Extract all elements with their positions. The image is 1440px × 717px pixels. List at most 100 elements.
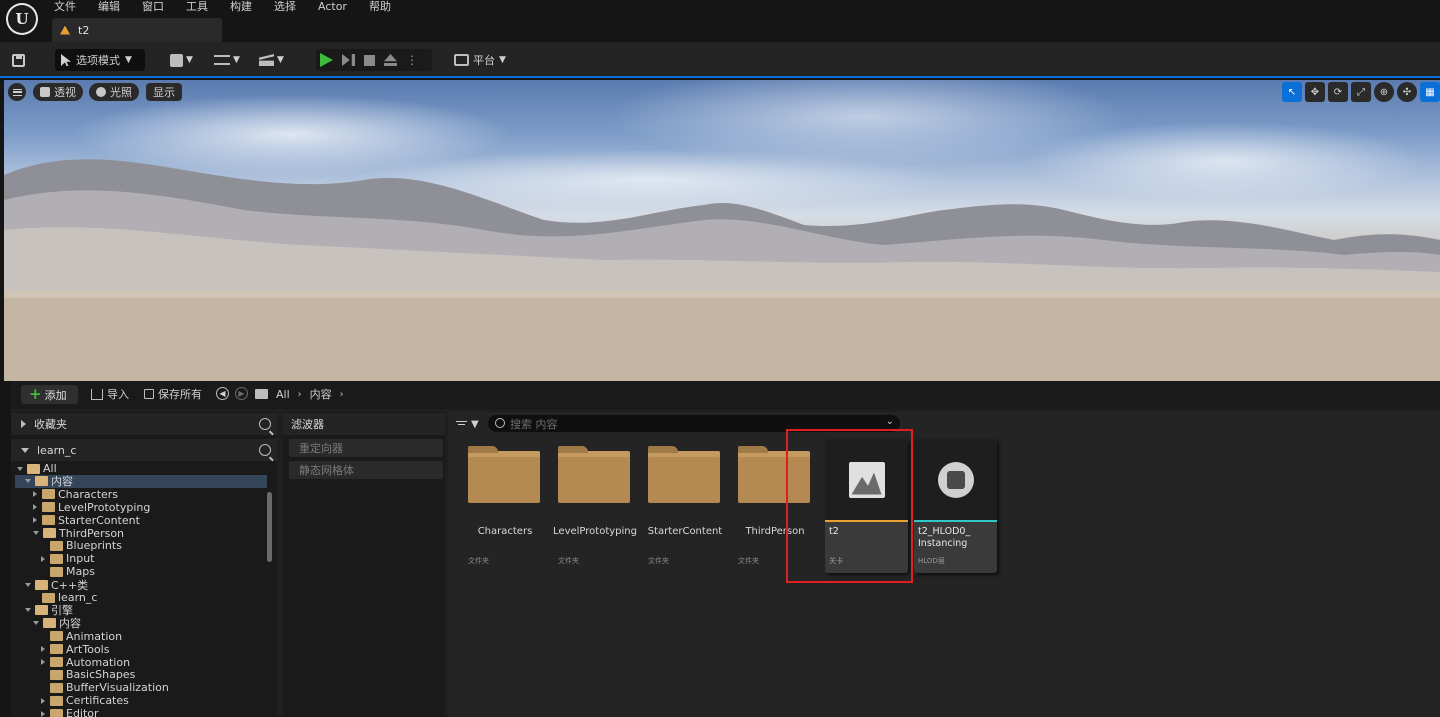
asset-card-hlod[interactable]: t2_HLOD0_ Instancing HLOD层 [914, 439, 997, 573]
tree-item[interactable]: Automation [15, 656, 267, 669]
expand-icon[interactable] [41, 555, 45, 562]
rotate-icon[interactable]: ⟳ [1328, 82, 1348, 102]
lit-button[interactable]: 光照 [89, 83, 139, 101]
folder-icon [468, 446, 540, 503]
eject-icon[interactable] [384, 54, 397, 66]
favorites-header[interactable]: 收藏夹 [11, 413, 277, 435]
tree-item[interactable]: ThirdPerson [15, 527, 267, 540]
save-all-button[interactable]: 保存所有 [144, 386, 202, 402]
expand-icon[interactable] [41, 646, 45, 653]
mode-label: 选项模式 [76, 54, 120, 67]
project-header[interactable]: learn_c [11, 439, 277, 461]
select-icon[interactable]: ↖ [1282, 82, 1302, 102]
collapse-icon[interactable] [25, 608, 31, 613]
chevron-right-icon[interactable]: › [340, 389, 344, 400]
platform-button[interactable]: 平台 ▼ [454, 49, 506, 71]
folder-icon [43, 618, 56, 629]
tree-item[interactable]: 内容 [15, 474, 267, 488]
cinematics-button[interactable]: ▼ [259, 49, 284, 71]
forward-button[interactable]: ▶ [235, 387, 248, 400]
level-viewport[interactable]: 透视 光照 显示 ↖ ✥ ⟳ ⤢ ⊕ ✣ ▦ [4, 80, 1440, 381]
chevron-down-icon: ▼ [277, 55, 284, 65]
menu-window[interactable]: 窗口 [142, 0, 164, 14]
tree-item[interactable]: 内容 [15, 617, 267, 630]
blueprint-button[interactable]: ▼ [214, 49, 240, 71]
world-icon[interactable]: ⊕ [1374, 82, 1394, 102]
grid-icon[interactable]: ▦ [1420, 82, 1440, 102]
expand-icon[interactable] [33, 491, 37, 498]
tree-item[interactable]: BufferVisualization [15, 681, 267, 694]
mode-selector[interactable]: 选项模式 ▼ [55, 49, 145, 71]
collapse-icon[interactable] [17, 466, 23, 471]
menu-edit[interactable]: 编辑 [98, 0, 120, 14]
breadcrumb-item-content[interactable]: 内容 [310, 386, 332, 402]
tree-item[interactable]: Input [15, 552, 267, 565]
menu-actor[interactable]: Actor [318, 0, 347, 14]
collapse-icon[interactable] [25, 582, 31, 587]
menu-help[interactable]: 帮助 [369, 0, 391, 14]
platform-label: 平台 [473, 54, 495, 67]
level-tab[interactable]: t2 [52, 18, 222, 42]
hamburger-icon [12, 88, 22, 96]
import-button[interactable]: 导入 [91, 386, 129, 402]
expand-icon[interactable] [41, 697, 45, 704]
tree-item[interactable]: C++类 [15, 578, 267, 592]
show-button[interactable]: 显示 [146, 83, 182, 101]
collapse-icon[interactable] [33, 621, 39, 626]
more-options-icon[interactable]: ⋮ [406, 54, 418, 66]
collapse-icon[interactable] [25, 479, 31, 484]
snap-icon[interactable]: ✣ [1397, 82, 1417, 102]
tree-item-label: BufferVisualization [66, 681, 169, 695]
save-button[interactable] [12, 49, 30, 71]
viewport-menu-button[interactable] [8, 83, 26, 101]
collapse-icon[interactable] [33, 531, 39, 535]
breadcrumb-item-all[interactable]: All [276, 388, 290, 401]
stop-icon[interactable] [364, 54, 375, 66]
menu-build[interactable]: 构建 [230, 0, 252, 14]
tree-item[interactable]: Certificates [15, 694, 267, 707]
tree-item[interactable]: BasicShapes [15, 668, 267, 681]
filter-button[interactable]: ▼ [456, 419, 479, 430]
back-button[interactable]: ◀ [216, 387, 229, 400]
menu-select[interactable]: 选择 [274, 0, 296, 14]
folder-icon [42, 592, 55, 603]
unreal-logo[interactable]: U [6, 3, 38, 35]
scale-icon[interactable]: ⤢ [1351, 82, 1371, 102]
tree-item[interactable]: LevelPrototyping [15, 501, 267, 514]
search-icon[interactable] [259, 418, 271, 430]
tree-item[interactable]: ArtTools [15, 643, 267, 656]
expand-icon[interactable] [41, 710, 45, 717]
folder-tile[interactable]: Characters 文件夹 [460, 439, 544, 573]
add-actor-button[interactable]: ▼ [170, 49, 193, 71]
tree-item-label: Automation [66, 655, 131, 669]
tree-scrollbar[interactable] [267, 492, 272, 562]
tree-item[interactable]: 引擎 [15, 604, 267, 617]
folder-tile[interactable]: StarterContent 文件夹 [640, 439, 724, 573]
tree-item[interactable]: Animation [15, 630, 267, 643]
chevron-down-icon: ▼ [125, 55, 132, 65]
tree-item[interactable]: Characters [15, 488, 267, 501]
expand-icon[interactable] [33, 517, 37, 524]
chevron-down-icon[interactable]: ⌄ [886, 416, 894, 427]
menu-tools[interactable]: 工具 [186, 0, 208, 14]
chevron-right-icon[interactable]: › [298, 389, 302, 400]
add-button[interactable]: + 添加 [21, 385, 78, 404]
filter-static-mesh[interactable]: 静态网格体 [289, 461, 443, 479]
step-icon[interactable] [342, 54, 355, 66]
folder-icon [35, 579, 48, 590]
tree-item[interactable]: StarterContent [15, 514, 267, 527]
play-icon[interactable] [320, 53, 333, 67]
folder-name: LevelPrototyping [553, 526, 637, 537]
perspective-button[interactable]: 透视 [33, 83, 83, 101]
tree-item[interactable]: Editor [15, 707, 267, 717]
folder-tile[interactable]: LevelPrototyping 文件夹 [550, 439, 637, 573]
save-all-label: 保存所有 [158, 388, 202, 401]
tree-item[interactable]: Blueprints [15, 539, 267, 552]
move-icon[interactable]: ✥ [1305, 82, 1325, 102]
favorites-label: 收藏夹 [34, 418, 67, 431]
search-icon[interactable] [259, 444, 271, 456]
expand-icon[interactable] [41, 659, 45, 665]
menu-file[interactable]: 文件 [54, 0, 76, 14]
expand-icon[interactable] [33, 504, 37, 511]
filter-redirectors[interactable]: 重定向器 [289, 439, 443, 457]
